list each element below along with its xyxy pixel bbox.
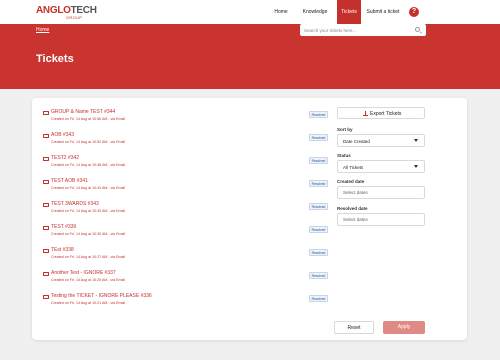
nav-tickets[interactable]: Tickets [337,0,361,24]
search-input[interactable] [304,24,404,36]
page-title: Tickets [36,53,74,65]
reset-button[interactable]: Reset [334,321,374,334]
breadcrumb-home[interactable]: Home [36,27,49,33]
ticket-subtitle: Created on Fri, 14 Aug at 10:30 AM - via… [51,209,126,213]
ticket-title[interactable]: TEST AOB #341 [51,178,88,184]
page-banner: Home Tickets [0,24,500,89]
envelope-icon [43,133,49,138]
status-select[interactable]: All Tickets [337,160,425,173]
status-badge: Resolved [309,180,328,187]
ticket-title[interactable]: TEst #338 [51,247,74,253]
status-badge: Resolved [309,226,328,233]
ticket-title[interactable]: TEST 3WARDS #343 [51,201,99,207]
envelope-icon [43,271,49,276]
envelope-icon [43,225,49,230]
status-badge: Resolved [309,203,328,210]
envelope-icon [43,294,49,299]
ticket-subtitle: Created on Fri, 14 Aug at 10:48 AM - via… [51,163,126,167]
ticket-row[interactable]: TEST AOB #341 Created on Fri, 14 Aug at … [43,177,328,197]
export-tickets-button[interactable]: Export Tickets [337,107,425,119]
status-badge: Resolved [309,134,328,141]
sort-by-label: Sort by [337,127,353,132]
envelope-icon [43,248,49,253]
ticket-subtitle: Created on Fri, 14 Aug at 10:52 AM - via… [51,140,126,144]
ticket-row[interactable]: GROUP & Name TEST #344 Created on Fri, 1… [43,108,328,128]
search-box [300,24,426,36]
created-date-input[interactable] [337,186,425,199]
tickets-card: GROUP & Name TEST #344 Created on Fri, 1… [32,98,467,340]
chevron-down-icon [414,165,418,168]
ticket-title[interactable]: AOB #343 [51,132,74,138]
ticket-title[interactable]: GROUP & Name TEST #344 [51,109,115,115]
envelope-icon [43,179,49,184]
status-badge: Resolved [309,272,328,279]
status-badge: Resolved [309,295,328,302]
status-label: Status [337,153,351,158]
nav-home[interactable]: Home [270,0,292,24]
ticket-row[interactable]: TEST 3WARDS #343 Created on Fri, 14 Aug … [43,200,328,220]
status-badge: Resolved [309,111,328,118]
ticket-title[interactable]: Testing the TICKET - IGNORE PLEASE #336 [51,293,152,299]
nav-knowledge-base[interactable]: Knowledge base [297,0,333,39]
ticket-row[interactable]: Testing the TICKET - IGNORE PLEASE #336 … [43,292,328,312]
logo-subtext: GROUP [66,15,83,20]
ticket-subtitle: Created on Fri, 14 Aug at 10:27 AM - via… [51,255,126,259]
export-icon [363,111,368,116]
ticket-row[interactable]: TEST2 #342 Created on Fri, 14 Aug at 10:… [43,154,328,174]
ticket-row[interactable]: Another Test - IGNORE #337 Created on Fr… [43,269,328,289]
ticket-subtitle: Created on Fri, 14 Aug at 10:43 AM - via… [51,186,126,190]
ticket-subtitle: Created on Fri, 14 Aug at 10:56 AM - via… [51,117,126,121]
status-value: All Tickets [343,165,364,170]
ticket-title[interactable]: TEST2 #342 [51,155,79,161]
envelope-icon [43,156,49,161]
apply-button[interactable]: Apply [383,321,425,334]
envelope-icon [43,110,49,115]
help-icon[interactable]: ? [409,7,419,17]
ticket-row[interactable]: AOB #343 Created on Fri, 14 Aug at 10:52… [43,131,328,151]
ticket-row[interactable]: TEST #339 Created on Fri, 14 Aug at 10:3… [43,223,328,243]
created-date-label: Created date [337,179,365,184]
ticket-subtitle: Created on Fri, 14 Aug at 10:30 AM - via… [51,232,126,236]
sort-by-select[interactable]: Date Created [337,134,425,147]
export-label: Export Tickets [370,111,402,117]
status-badge: Resolved [309,249,328,256]
ticket-subtitle: Created on Fri, 14 Aug at 10:25 AM - via… [51,278,126,282]
nav-submit-ticket[interactable]: Submit a ticket [364,0,402,24]
chevron-down-icon [414,139,418,142]
search-icon[interactable] [415,27,420,32]
ticket-title[interactable]: TEST #339 [51,224,76,230]
top-navbar: ANGLOTECH GROUP Home Knowledge base Tick… [0,0,500,39]
envelope-icon [43,202,49,207]
resolved-date-label: Resolved date [337,206,368,211]
status-badge: Resolved [309,157,328,164]
ticket-row[interactable]: TEst #338 Created on Fri, 14 Aug at 10:2… [43,246,328,266]
ticket-title[interactable]: Another Test - IGNORE #337 [51,270,116,276]
ticket-subtitle: Created on Fri, 14 Aug at 10:21 AM - via… [51,301,126,305]
resolved-date-input[interactable] [337,213,425,226]
sort-by-value: Date Created [343,139,370,144]
